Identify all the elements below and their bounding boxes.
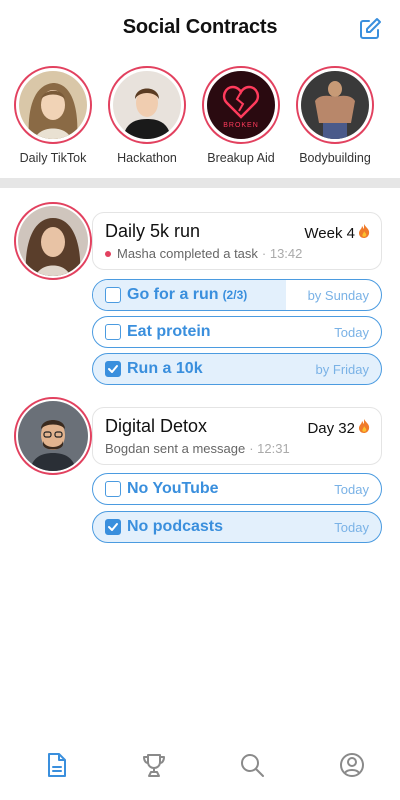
section-divider	[0, 178, 400, 188]
story-daily-tiktok[interactable]: Daily TikTok	[8, 66, 98, 165]
contract-title: Digital Detox	[105, 416, 208, 436]
task-item[interactable]: No podcasts Today	[92, 511, 382, 543]
activity-text: Masha completed a task	[117, 246, 258, 261]
page-title: Social Contracts	[122, 16, 278, 38]
story-label: Bodybuilding	[299, 151, 371, 165]
activity-text: Bogdan sent a message	[105, 441, 246, 456]
activity-line: Bogdan sent a message · 12:31	[105, 441, 290, 456]
streak-badge: Week 4	[304, 223, 371, 243]
task-label: Run a 10k	[127, 360, 203, 377]
task-item[interactable]: Run a 10k by Friday	[92, 353, 382, 385]
task-label: No YouTube	[127, 480, 219, 497]
task-progress: (2/3)	[222, 288, 248, 302]
avatar-image	[18, 206, 88, 276]
story-label: Breakup Aid	[207, 151, 275, 165]
contracts-icon[interactable]	[41, 750, 71, 780]
task-checkbox[interactable]	[105, 287, 121, 303]
story-ring: BROKEN	[202, 66, 280, 144]
activity-time: · 12:31	[249, 441, 290, 456]
story-ring	[14, 66, 92, 144]
task-item[interactable]: No YouTube Today	[92, 473, 382, 505]
fire-icon	[357, 418, 371, 438]
avatar[interactable]	[14, 202, 92, 280]
task-checkbox[interactable]	[105, 519, 121, 535]
profile-icon[interactable]	[337, 750, 367, 780]
story-image	[301, 71, 369, 139]
task-label: Go for a run (2/3)	[127, 286, 247, 304]
task-due: by Friday	[315, 362, 369, 377]
task-label-text: Go for a run	[127, 286, 219, 303]
story-image	[19, 71, 87, 139]
activity-time: · 13:42	[261, 246, 303, 261]
fire-icon	[357, 223, 371, 243]
task-checkbox[interactable]	[105, 481, 121, 497]
task-due: Today	[334, 482, 369, 497]
story-ring	[108, 66, 186, 144]
story-image	[113, 71, 181, 139]
story-label: Daily TikTok	[19, 151, 87, 165]
contract-title: Daily 5k run	[105, 221, 201, 241]
svg-text:BROKEN: BROKEN	[223, 122, 259, 129]
task-label: Eat protein	[127, 323, 211, 340]
task-checkbox[interactable]	[105, 361, 121, 377]
contract-card[interactable]: Digital Detox Day 32 Bogdan sent a messa…	[92, 407, 382, 465]
task-item[interactable]: Eat protein Today	[92, 316, 382, 348]
compose-icon[interactable]	[358, 17, 382, 41]
story-hackathon[interactable]: Hackathon	[102, 66, 192, 165]
trophy-icon[interactable]	[139, 750, 169, 780]
streak-label: Week 4	[304, 224, 355, 242]
stories-row: Daily TikTok Hackathon BROKEN Breakup Ai…	[0, 66, 400, 170]
bottom-nav	[0, 740, 400, 800]
streak-label: Day 32	[307, 419, 355, 437]
header: Social Contracts	[0, 0, 400, 56]
streak-badge: Day 32	[307, 418, 371, 438]
task-due: Today	[334, 325, 369, 340]
task-due: Today	[334, 520, 369, 535]
task-label: No podcasts	[127, 518, 224, 535]
task-checkbox[interactable]	[105, 324, 121, 340]
story-image: BROKEN	[207, 71, 275, 139]
activity-line: Masha completed a task · 13:42	[105, 246, 302, 261]
task-item[interactable]: Go for a run (2/3) by Sunday	[92, 279, 382, 311]
story-bodybuilding[interactable]: Bodybuilding	[290, 66, 380, 165]
unread-dot	[105, 250, 111, 257]
story-breakup-aid[interactable]: BROKEN Breakup Aid	[196, 66, 286, 165]
contract-card[interactable]: Daily 5k run Week 4 Masha completed a ta…	[92, 212, 382, 270]
search-icon[interactable]	[237, 750, 267, 780]
story-ring	[296, 66, 374, 144]
task-due: by Sunday	[307, 288, 369, 303]
story-label: Hackathon	[117, 151, 177, 165]
avatar[interactable]	[14, 397, 92, 475]
avatar-image	[18, 401, 88, 471]
